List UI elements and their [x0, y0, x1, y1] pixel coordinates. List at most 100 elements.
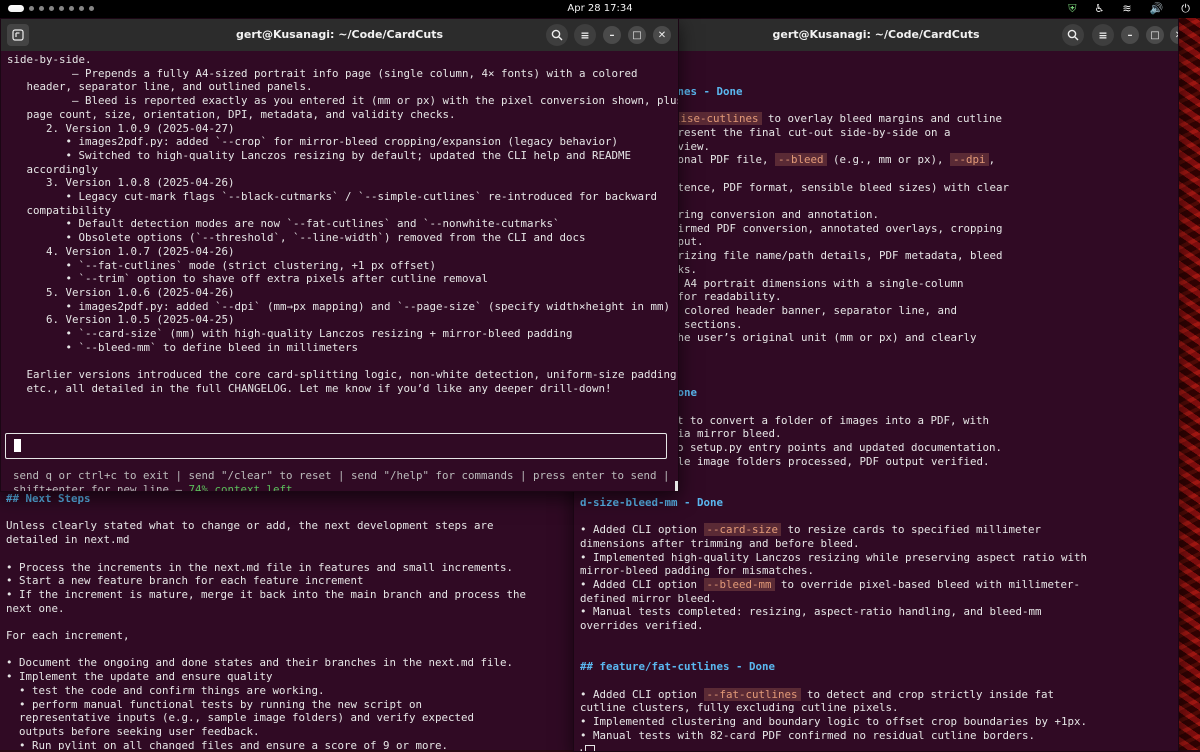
text-run: , — [988, 153, 996, 167]
left-terminal-output: side-by-side. – Prepends a fully A4-size… — [1, 51, 678, 398]
output-line: • Added CLI option --card-size to resize… — [580, 523, 1172, 537]
output-line: 5. Version 1.0.6 (2025-04-26) — [7, 285, 235, 299]
output-line: mirror-bleed padding for mismatches. — [580, 564, 1172, 578]
output-line: Unless clearly stated what to change or … — [6, 519, 494, 533]
system-tray[interactable]: ⛨ ♿ ≋ 🔊 ⏻ — [1068, 2, 1190, 16]
hamburger-menu-icon[interactable]: ≡ — [574, 24, 596, 46]
pager-prompt[interactable]: : — [578, 745, 595, 751]
close-icon[interactable]: ✕ — [653, 26, 671, 44]
output-line: header, separator line, and outlined pan… — [7, 80, 313, 94]
output-line: • Run pylint on all changed files and en… — [6, 738, 449, 750]
code-span: --fat-cutlines — [703, 687, 801, 701]
left-terminal-window[interactable]: gert@Kusanagi: ~/Code/CardCuts ≡ – □ ✕ s… — [0, 18, 679, 492]
left-terminal-header[interactable]: gert@Kusanagi: ~/Code/CardCuts ≡ – □ ✕ — [1, 19, 678, 51]
background-terminal[interactable]: ## Next Steps Unless clearly stated what… — [0, 490, 573, 750]
text-run: script to convert a folder of images int… — [638, 413, 990, 427]
prompt-colon: : — [578, 745, 585, 751]
text-run: mirror-bleed padding for mismatches. — [580, 564, 815, 578]
output-line: • `--bleed-mm` to define bleed in millim… — [7, 340, 359, 354]
search-icon[interactable] — [1062, 24, 1084, 46]
maximize-icon[interactable]: □ — [1146, 26, 1164, 44]
text-run: to detect and crop strictly inside fat — [800, 687, 1055, 701]
output-line: For each increment, — [6, 629, 130, 643]
scrollbar[interactable] — [675, 481, 678, 491]
output-line: • `--card-size` (mm) with high-quality L… — [7, 327, 573, 341]
text-run: • Added CLI option — [580, 523, 704, 537]
minimize-icon[interactable]: – — [603, 26, 621, 44]
output-line: defined mirror bleed. — [580, 592, 1172, 606]
output-line: • Added CLI option --fat-cutlines to det… — [580, 687, 1172, 702]
text-run: • Added CLI option — [580, 578, 704, 592]
accessibility-icon[interactable]: ♿ — [1095, 2, 1105, 16]
output-line: • Switched to high-quality Lanczos resiz… — [7, 148, 632, 162]
code-span: --bleed — [775, 153, 827, 167]
output-line: Earlier versions introduced the core car… — [7, 368, 679, 382]
output-line: • Manual tests with 82-card PDF confirme… — [580, 729, 1172, 743]
maximize-icon[interactable]: □ — [628, 26, 646, 44]
output-line: compatibility — [7, 203, 112, 217]
output-line: ## Next Steps — [6, 492, 91, 505]
output-line: 3. Version 1.0.8 (2025-04-26) — [7, 176, 235, 190]
left-terminal-body[interactable]: side-by-side. – Prepends a fully A4-size… — [1, 51, 678, 491]
footer-line: send q or ctrl+c to exit | send "/clear"… — [13, 469, 670, 482]
close-icon[interactable]: ✕ — [1170, 26, 1178, 44]
text-run: to override pixel-based bleed with milli… — [774, 578, 1081, 592]
text-run: • Implemented clustering and boundary lo… — [580, 715, 1088, 729]
footer-line: shift+enter for new line – — [13, 482, 189, 491]
text-run: to overlay bleed margins and cutline — [761, 112, 1003, 126]
output-line: • Legacy cut-mark flags `--black-cutmark… — [7, 190, 658, 204]
output-line: • Implemented high-quality Lanczos resiz… — [580, 551, 1172, 565]
output-line: • Obsolete options (`--threshold`, `--li… — [7, 231, 586, 245]
text-run: overrides verified. — [580, 619, 704, 633]
output-line: • Start a new feature branch for each fe… — [6, 574, 364, 588]
code-span: --bleed-mm — [703, 578, 775, 592]
output-line: cutline clusters, fully excluding cutlin… — [580, 701, 1172, 715]
output-line: • Document the ongoing and done states a… — [6, 656, 514, 670]
output-line: • Implement the update and ensure qualit… — [6, 670, 273, 684]
power-icon[interactable]: ⏻ — [1181, 2, 1190, 16]
clock[interactable]: Apr 28 17:34 — [0, 3, 1200, 14]
volume-icon[interactable]: 🔊 — [1150, 2, 1164, 16]
output-line: • Implemented clustering and boundary lo… — [580, 715, 1172, 729]
search-icon[interactable] — [546, 24, 568, 46]
output-line: • `--fat-cutlines` mode (strict clusteri… — [7, 258, 437, 272]
text-run: (e.g., mm or px), — [826, 153, 951, 167]
minimize-icon[interactable]: – — [1121, 26, 1139, 44]
output-line: • images2pdf.py: added `--crop` for mirr… — [7, 135, 619, 149]
wifi-icon[interactable]: ≋ — [1122, 2, 1131, 16]
output-line: 6. Version 1.0.5 (2025-04-25) — [7, 313, 235, 327]
output-line: side-by-side. — [7, 53, 92, 66]
output-line: etc., all detailed in the full CHANGELOG… — [7, 381, 612, 395]
message-input[interactable] — [5, 433, 667, 459]
text-run: • Manual tests completed: resizing, aspe… — [580, 605, 1042, 619]
help-footer: send q or ctrl+c to exit | send "/clear"… — [13, 469, 670, 491]
shield-icon[interactable]: ⛨ — [1068, 2, 1076, 16]
text-run: defined mirror bleed. — [580, 591, 717, 605]
background-terminal-output: ## Next Steps Unless clearly stated what… — [0, 490, 573, 750]
output-line: 2. Version 1.0.9 (2025-04-27) — [7, 121, 235, 135]
output-line: • Added CLI option --bleed-mm to overrid… — [580, 578, 1172, 592]
text-run: • Added CLI option — [580, 687, 704, 701]
text-run: dimensions after trimming and before ble… — [580, 536, 860, 550]
output-line: • `--trim` option to shave off extra pix… — [7, 272, 489, 286]
output-line: • Manual tests completed: resizing, aspe… — [580, 605, 1172, 619]
output-line: outputs before seeking user feedback. — [6, 724, 260, 738]
hamburger-menu-icon[interactable]: ≡ — [1092, 24, 1114, 46]
output-line: • If the increment is mature, merge it b… — [6, 587, 527, 601]
text-run: • Manual tests with 82-card PDF confirme… — [580, 728, 1036, 742]
output-line: – Prepends a fully A4-sized portrait inf… — [7, 66, 638, 80]
output-line: accordingly — [7, 162, 99, 176]
code-span: --card-size — [703, 523, 782, 537]
text-cursor — [14, 439, 21, 452]
output-line: • perform manual functional tests by run… — [6, 697, 423, 711]
code-span: --dpi — [950, 153, 989, 167]
context-left-indicator: 74% context left — [188, 482, 293, 491]
